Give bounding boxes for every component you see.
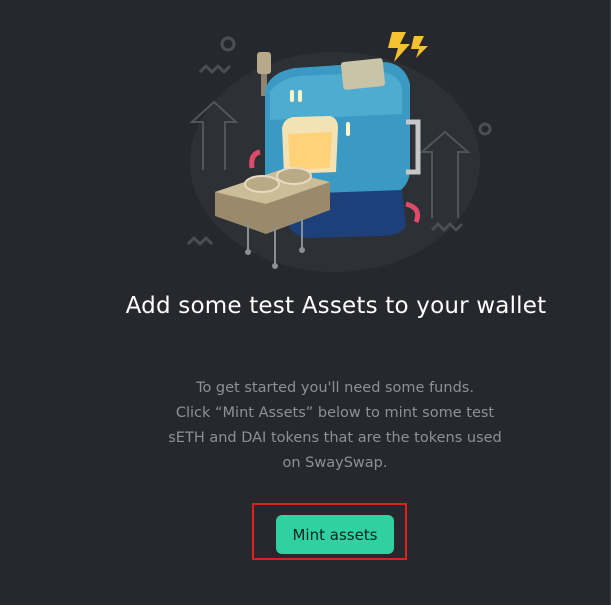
description-line: To get started you'll need some funds. (196, 380, 474, 396)
minting-machine-illustration-icon (186, 32, 492, 272)
onboarding-description: To get started you'll need some funds. C… (140, 376, 530, 476)
description-line: on SwaySwap. (282, 455, 388, 471)
description-line: sETH and DAI tokens that are the tokens … (168, 430, 502, 446)
description-line: Click “Mint Assets” below to mint some t… (175, 405, 495, 421)
page-title: Add some test Assets to your wallet (125, 293, 547, 319)
mint-assets-button[interactable]: Mint assets (276, 515, 394, 554)
onboarding-panel: Add some test Assets to your wallet To g… (0, 0, 611, 605)
